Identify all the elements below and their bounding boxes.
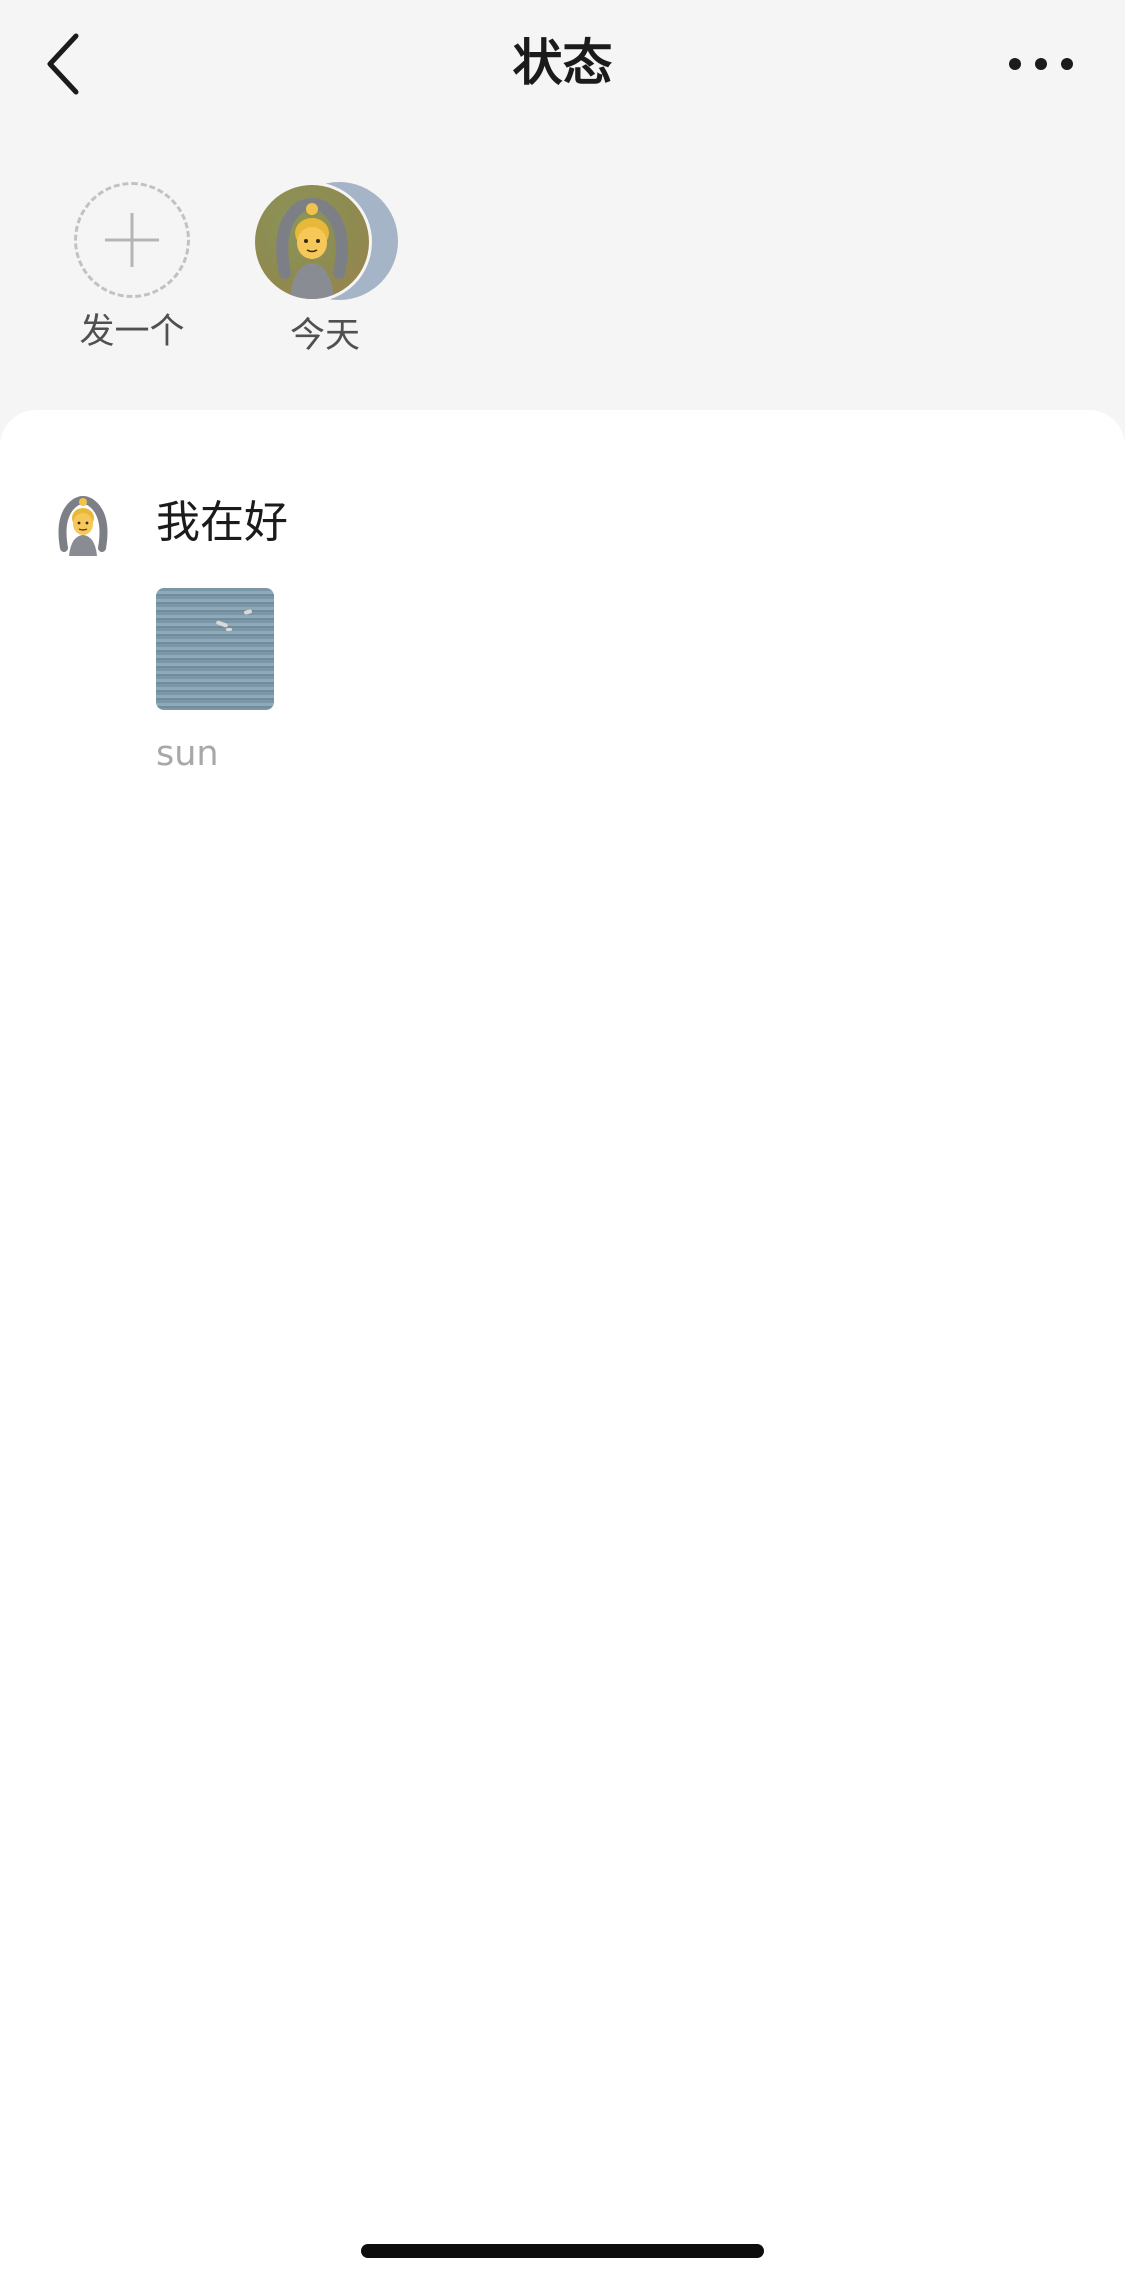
post-status-button[interactable]: 发一个 — [62, 182, 202, 354]
home-indicator[interactable] — [361, 2244, 764, 2258]
more-button[interactable] — [1009, 44, 1073, 84]
today-avatar-stack — [250, 182, 400, 302]
today-status-label: 今天 — [289, 316, 360, 356]
navigation-bar: 状态 — [0, 0, 1125, 130]
page-title: 状态 — [512, 34, 613, 92]
status-feed-card: 我在好 sun — [0, 410, 1125, 2284]
status-caption: sun — [156, 734, 219, 774]
person-gesturing-ok-emoji — [252, 182, 372, 302]
status-text: 我在好 — [156, 497, 288, 548]
post-status-label: 发一个 — [79, 312, 185, 352]
person-gesturing-ok-emoji[interactable] — [50, 490, 116, 556]
status-image[interactable] — [156, 588, 274, 710]
today-status-button[interactable]: 今天 — [250, 182, 400, 358]
add-icon — [74, 182, 190, 298]
status-page: 状态 发一个 今天 我在好 sun — [0, 0, 1125, 2284]
